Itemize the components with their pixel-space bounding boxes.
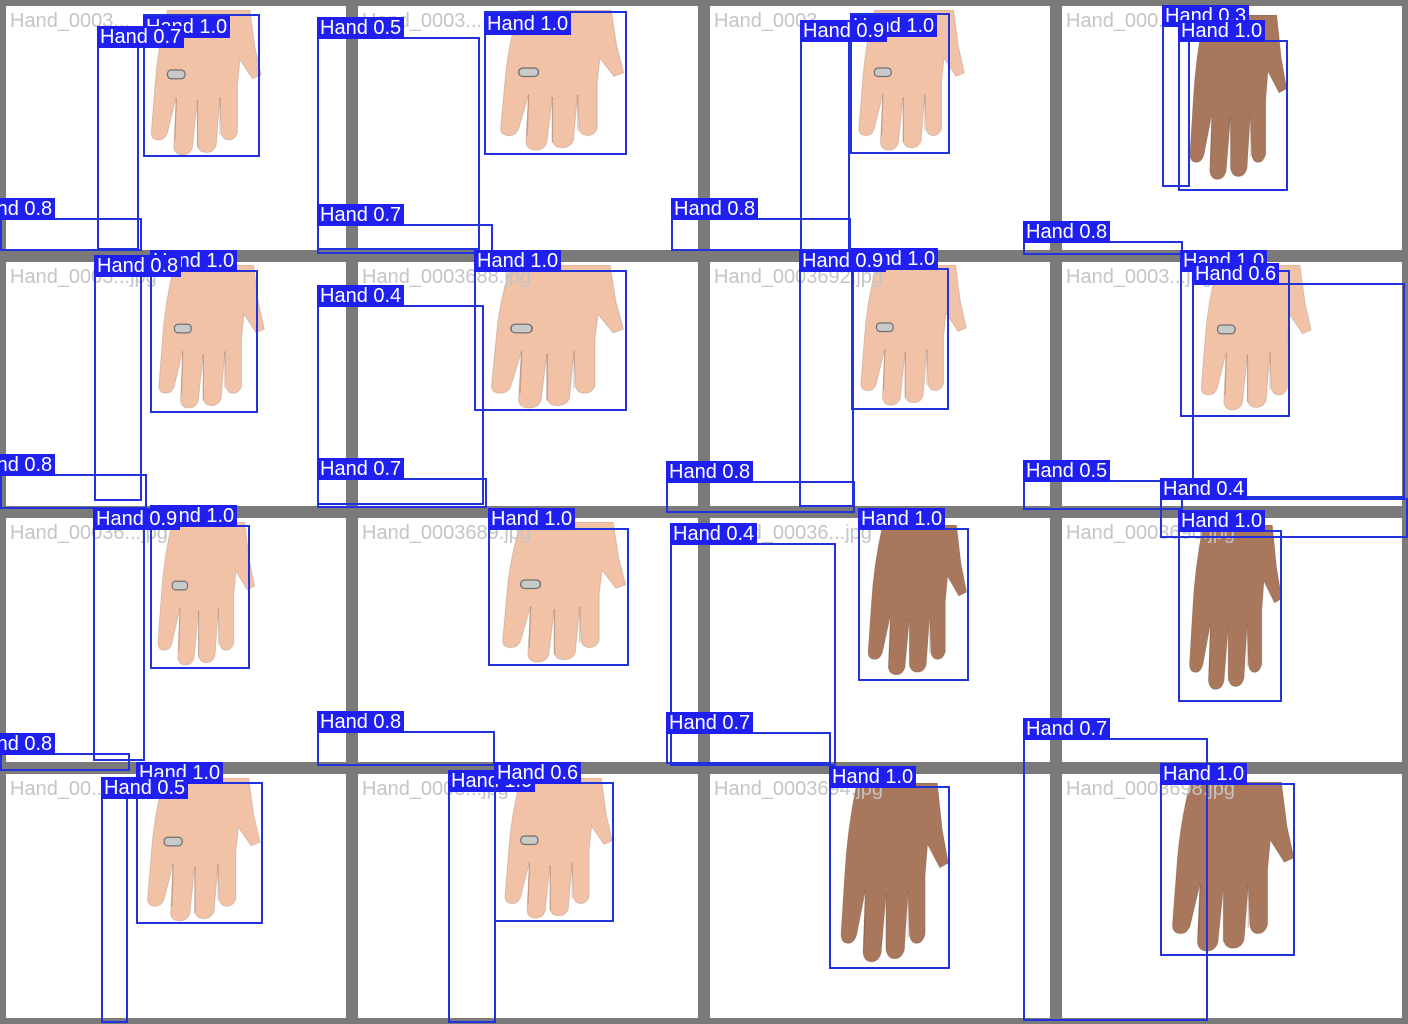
detection-label: Hand 1.0	[150, 250, 238, 272]
detection-box: Hand 1.0	[484, 11, 627, 155]
detection-label: Hand 0.9	[800, 20, 888, 42]
detection-label: Hand 0.8	[317, 711, 405, 733]
detection-box: Hand 1.0	[474, 250, 627, 411]
detection-box: Hand 1.0	[1178, 510, 1282, 702]
detection-label: Hand 0.4	[317, 285, 405, 307]
detection-box: Hand 0.8	[0, 733, 130, 771]
detection-label: Hand 1.0	[448, 770, 536, 792]
detection-box: Hand 0.3	[1162, 5, 1250, 187]
detection-label: Hand 0.8	[666, 461, 754, 483]
detection-box: Hand 0.8	[1023, 221, 1183, 255]
detection-box: Hand 0.8	[94, 255, 182, 501]
detection-box: Hand 0.8	[317, 711, 495, 766]
detection-box: Hand 0.6	[1192, 263, 1405, 498]
detection-label: Hand 0.7	[317, 204, 405, 226]
detection-box: Hand 0.5	[317, 17, 480, 250]
detection-box: Hand 1.0	[143, 14, 260, 157]
detection-box: Hand 1.0	[850, 13, 950, 154]
detection-box: Hand 0.7	[317, 458, 487, 508]
detection-label: Hand 0.8	[1023, 221, 1111, 243]
detection-label: Hand 1.0	[1178, 510, 1266, 532]
detection-box: Hand 0.4	[670, 523, 836, 766]
detection-label: Hand 0.5	[1023, 460, 1111, 482]
detection-label: Hand 0.7	[317, 458, 405, 480]
detection-box: Hand 0.9	[799, 250, 887, 507]
detection-box: Hand 0.8	[0, 198, 142, 251]
detection-box: Hand 0.6	[494, 762, 614, 922]
detection-label: Hand 1.0	[851, 248, 939, 270]
detection-box: Hand 0.9	[93, 508, 181, 761]
detection-box: Hand 1.0	[488, 508, 629, 666]
detection-label: Hand 0.8	[0, 733, 56, 755]
detection-label: Hand 1.0	[1180, 250, 1268, 272]
detection-overlay: Hand 1.0 Hand 0.7 Hand 0.5 Hand 1.0 Hand 1.0…	[0, 0, 1408, 1024]
detection-box: Hand 0.5	[101, 777, 189, 1023]
detection-box: Hand 1.0	[858, 508, 969, 681]
detection-label: Hand 1.0	[143, 16, 231, 38]
detection-label: Hand 0.5	[101, 777, 189, 799]
detection-box: Hand 0.8	[666, 461, 855, 513]
detection-label: Hand 0.7	[1023, 718, 1111, 740]
detection-label: Hand 1.0	[484, 13, 572, 35]
detection-box: Hand 0.7	[317, 204, 493, 254]
detection-box: Hand 1.0	[150, 250, 258, 413]
detection-label: Hand 0.7	[97, 26, 185, 48]
detection-box: Hand 0.7	[97, 26, 185, 250]
detection-box: Hand 1.0	[136, 762, 263, 924]
detection-label: Hand 1.0	[488, 508, 576, 530]
detection-label: Hand 1.0	[1178, 20, 1266, 42]
detection-label: Hand 0.3	[1162, 5, 1250, 27]
detection-label: Hand 0.5	[317, 17, 405, 39]
detection-label: Hand 1.0	[474, 250, 562, 272]
detection-label: Hand 0.4	[1160, 478, 1248, 500]
detection-box: Hand 0.7	[666, 712, 831, 764]
detection-label: Hand 0.9	[93, 508, 181, 530]
detection-box: Hand 1.0	[829, 766, 950, 969]
detection-label: Hand 0.6	[494, 762, 582, 784]
detection-label: Hand 0.8	[0, 198, 56, 220]
detection-label: Hand 1.0	[829, 766, 917, 788]
detection-label: Hand 0.4	[670, 523, 758, 545]
detection-label: Hand 0.8	[671, 198, 759, 220]
detection-label: Hand 1.0	[136, 762, 224, 784]
detection-label: Hand 1.0	[850, 15, 938, 37]
detection-box: Hand 0.5	[1023, 460, 1183, 510]
detection-box: Hand 1.0	[448, 770, 536, 1023]
detection-label: Hand 0.8	[0, 454, 56, 476]
detection-label: Hand 0.9	[799, 250, 887, 272]
detection-box: Hand 0.8	[0, 454, 147, 509]
detection-label: Hand 1.0	[150, 505, 238, 527]
detection-label: Hand 1.0	[858, 508, 946, 530]
detection-label: Hand 0.6	[1192, 263, 1280, 285]
detection-box: Hand 1.0	[851, 248, 949, 410]
detection-box: Hand 0.4	[317, 285, 484, 505]
detection-box: Hand 0.7	[1023, 718, 1208, 1021]
detection-box: Hand 0.4	[1160, 478, 1408, 538]
detection-box: Hand 0.9	[800, 20, 888, 252]
detection-label: Hand 0.8	[94, 255, 182, 277]
detection-box: Hand 1.0	[1180, 250, 1290, 417]
detection-box: Hand 1.0	[1160, 763, 1295, 956]
detection-label: Hand 1.0	[1160, 763, 1248, 785]
detection-box: Hand 0.8	[671, 198, 851, 251]
detection-box: Hand 1.0	[1178, 20, 1288, 191]
detection-box: Hand 1.0	[150, 505, 250, 669]
detection-label: Hand 0.7	[666, 712, 754, 734]
